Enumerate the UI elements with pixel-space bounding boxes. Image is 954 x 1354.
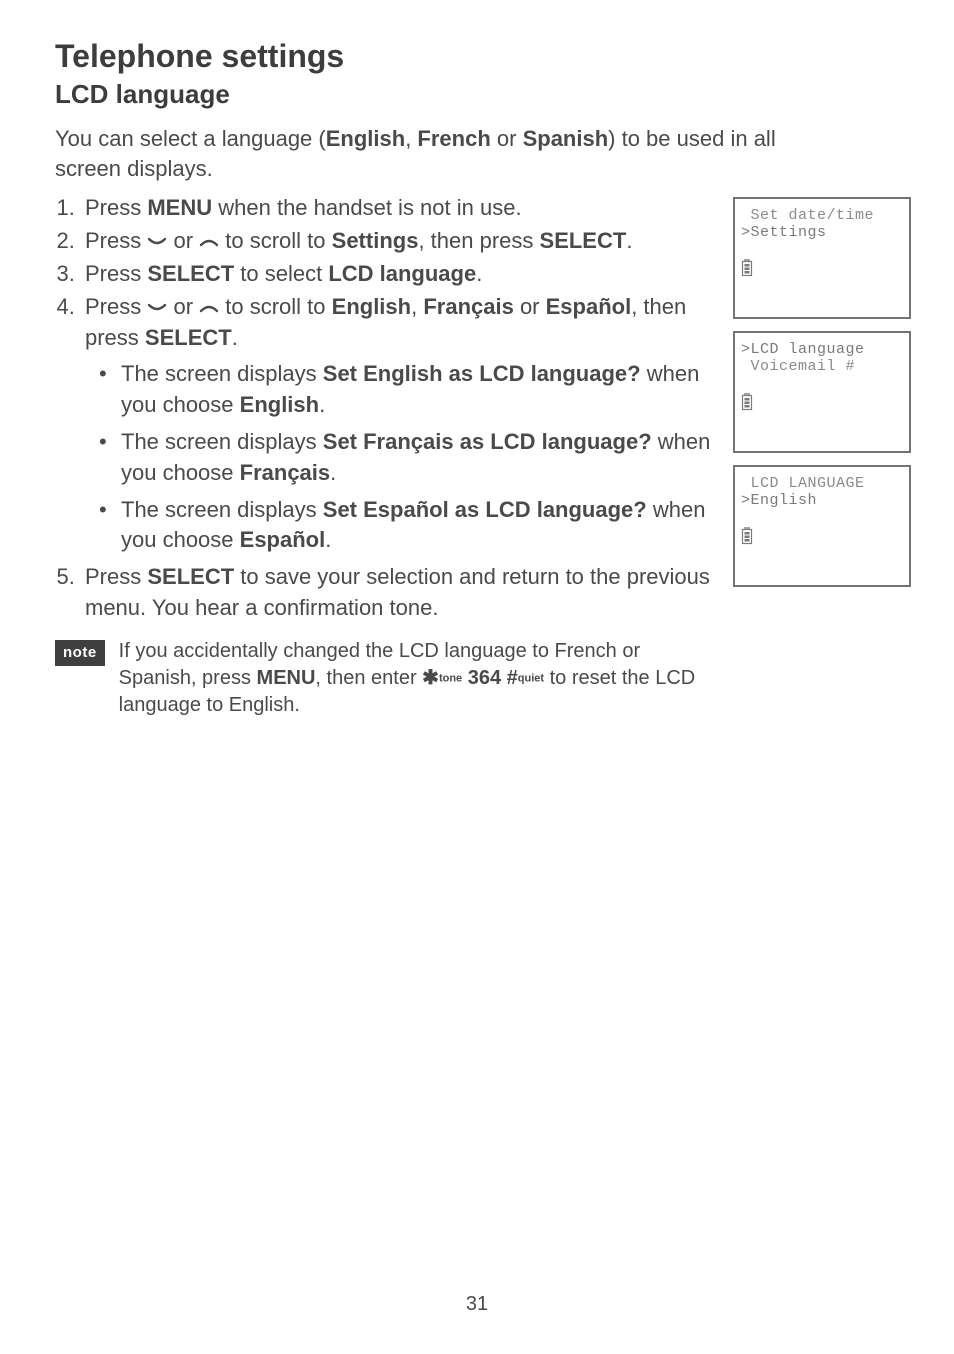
lcd-screen-2: >LCD language Voicemail # (733, 331, 911, 453)
option-francais: Français (423, 294, 514, 319)
text: , (405, 126, 417, 151)
lcd-line-selected: >LCD language (741, 341, 903, 358)
chevron-down-icon (147, 301, 167, 315)
language-french: French (417, 126, 490, 151)
text: . (325, 527, 331, 552)
key-hash: # (507, 667, 518, 689)
text: Press (85, 294, 147, 319)
chevron-up-icon (199, 235, 219, 249)
text: , (411, 294, 423, 319)
battery-icon (741, 259, 753, 282)
lcd-screen-1: Set date/time >Settings (733, 197, 911, 319)
prompt-espanol: Set Español as LCD language? (323, 497, 647, 522)
text: when the handset is not in use. (212, 195, 521, 220)
text: Press (85, 195, 147, 220)
step-5: Press SELECT to save your selection and … (81, 562, 715, 624)
option-espanol: Español (546, 294, 632, 319)
text: , then enter (315, 667, 422, 689)
lcd-screen-3: LCD LANGUAGE >English (733, 465, 911, 587)
bullet-francais: The screen displays Set Français as LCD … (99, 427, 715, 489)
text: or (514, 294, 546, 319)
screens-column: Set date/time >Settings >LCD language Vo… (733, 193, 915, 599)
text: . (232, 325, 238, 350)
label-quiet: quiet (518, 672, 544, 684)
chevron-down-icon (147, 235, 167, 249)
lcd-line: Set date/time (741, 207, 903, 224)
steps-list: Press MENU when the handset is not in us… (55, 193, 715, 623)
key-select: SELECT (145, 325, 232, 350)
step-4: Press or to scroll to English, Français … (81, 292, 715, 556)
lcd-line-selected: >English (741, 492, 903, 509)
key-star: ✱ (422, 667, 439, 689)
text: or (167, 294, 199, 319)
lcd-line: LCD LANGUAGE (741, 475, 903, 492)
battery-icon (741, 527, 753, 550)
instructions-column: Press MENU when the handset is not in us… (55, 193, 715, 718)
text: . (330, 460, 336, 485)
key-select: SELECT (147, 564, 234, 589)
label-tone: tone (439, 672, 462, 684)
prompt-francais: Set Français as LCD language? (323, 429, 652, 454)
choice-espanol: Español (240, 527, 326, 552)
page-number: 31 (0, 1293, 954, 1316)
chevron-up-icon (199, 301, 219, 315)
text: to scroll to (219, 228, 331, 253)
step-3: Press SELECT to select LCD language. (81, 259, 715, 290)
key-select: SELECT (147, 261, 234, 286)
language-english: English (326, 126, 405, 151)
text: The screen displays (121, 361, 323, 386)
language-spanish: Spanish (523, 126, 609, 151)
text: to scroll to (219, 294, 331, 319)
lcd-line: Voicemail # (741, 358, 903, 375)
key-menu: MENU (257, 667, 316, 689)
note-badge: note (55, 640, 105, 666)
bullet-english: The screen displays Set English as LCD l… (99, 359, 715, 421)
menu-settings: Settings (332, 228, 419, 253)
choice-english: English (240, 392, 319, 417)
text: Press (85, 564, 147, 589)
page-title: Telephone settings (55, 38, 904, 75)
choice-francais: Français (240, 460, 331, 485)
battery-icon (741, 393, 753, 416)
text: or (167, 228, 199, 253)
menu-lcd-language: LCD language (328, 261, 476, 286)
text: The screen displays (121, 429, 323, 454)
option-english: English (332, 294, 411, 319)
text: . (319, 392, 325, 417)
text: or (491, 126, 523, 151)
bullet-espanol: The screen displays Set Español as LCD l… (99, 495, 715, 557)
text: . (476, 261, 482, 286)
section-title: LCD language (55, 79, 904, 110)
step-2: Press or to scroll to Settings, then pre… (81, 226, 715, 257)
code-364: 364 (462, 667, 506, 689)
intro-paragraph: You can select a language (English, Fren… (55, 124, 795, 183)
text: , then press (418, 228, 539, 253)
key-select: SELECT (540, 228, 627, 253)
text: Press (85, 261, 147, 286)
text: . (626, 228, 632, 253)
sub-bullets: The screen displays Set English as LCD l… (99, 359, 715, 556)
text: Press (85, 228, 147, 253)
manual-page: Telephone settings LCD language You can … (0, 0, 954, 1354)
text: You can select a language ( (55, 126, 326, 151)
note-text: If you accidentally changed the LCD lang… (119, 638, 715, 719)
text: to select (234, 261, 328, 286)
note-block: note If you accidentally changed the LCD… (55, 638, 715, 719)
lcd-line-selected: >Settings (741, 224, 903, 241)
text: The screen displays (121, 497, 323, 522)
key-menu: MENU (147, 195, 212, 220)
step-1: Press MENU when the handset is not in us… (81, 193, 715, 224)
prompt-english: Set English as LCD language? (323, 361, 641, 386)
